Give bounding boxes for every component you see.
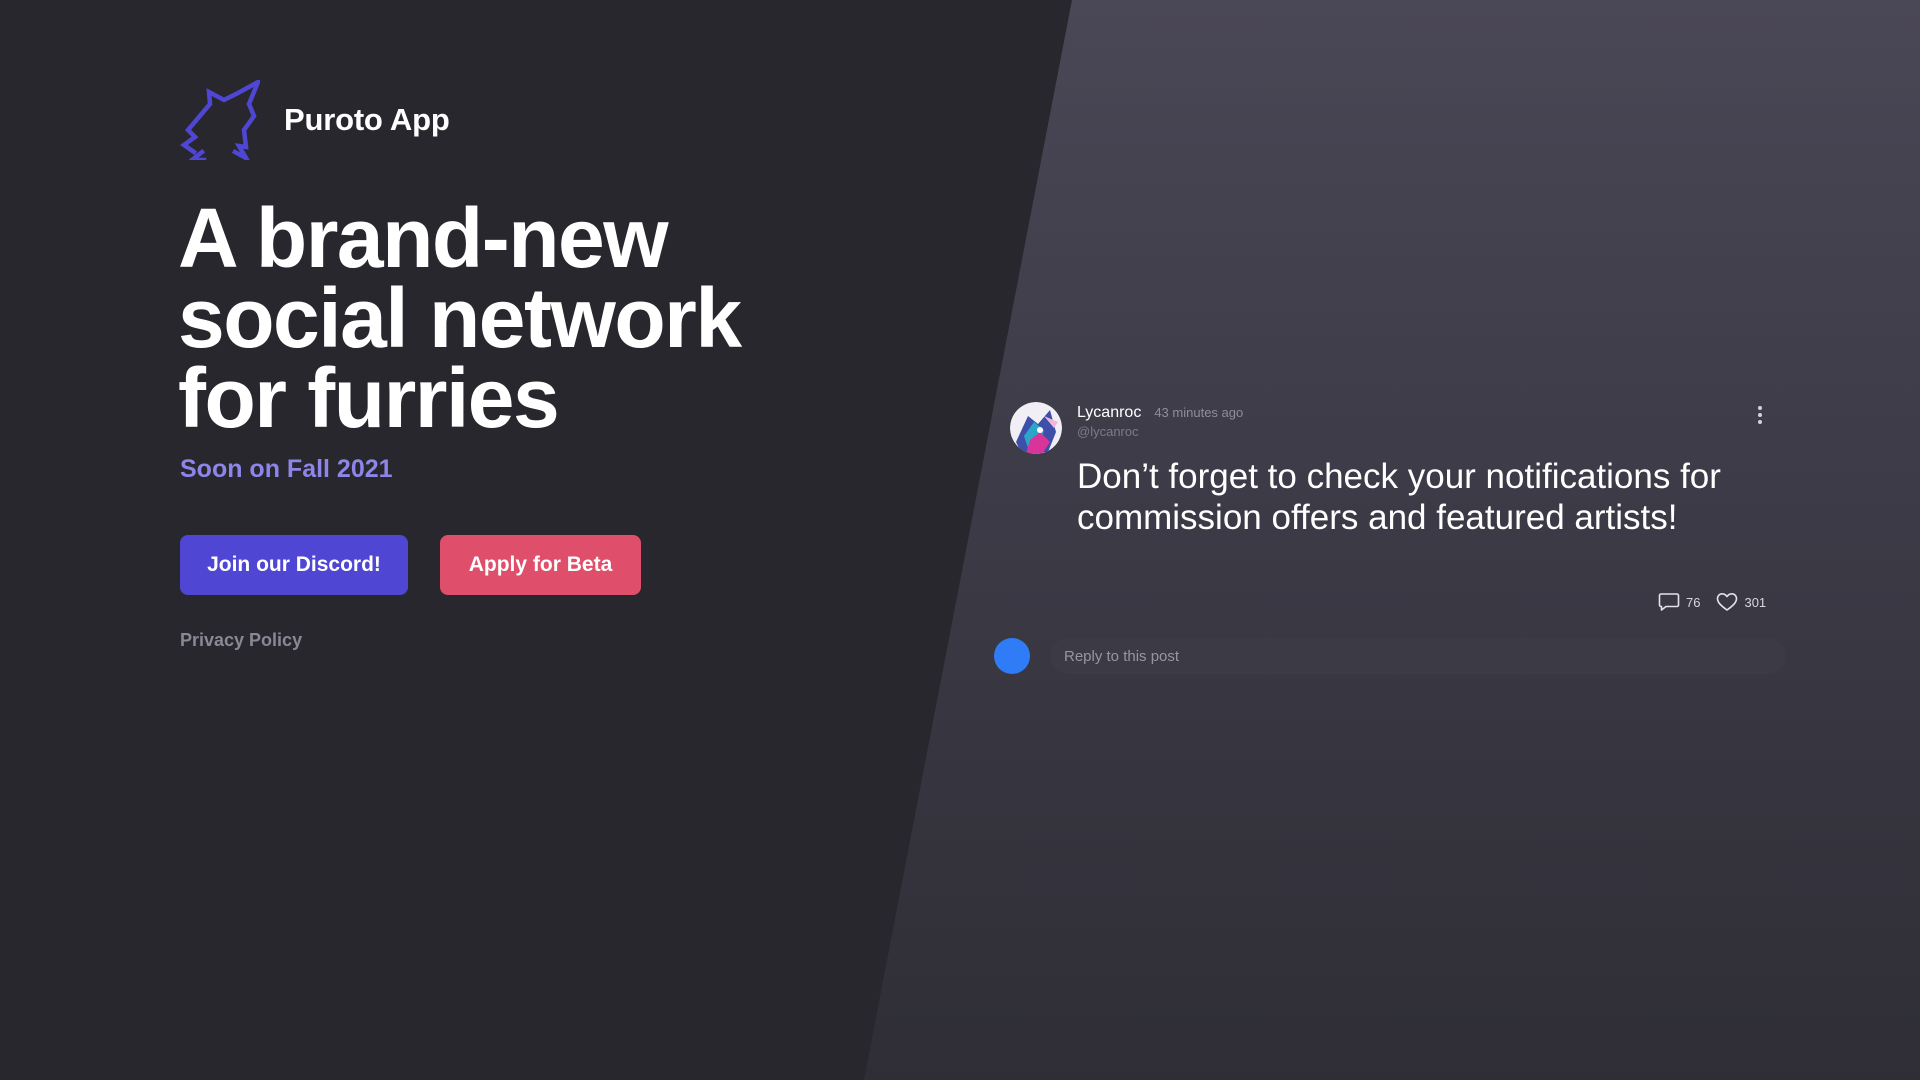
post-timestamp: 43 minutes ago bbox=[1154, 405, 1244, 420]
dot bbox=[1758, 406, 1762, 410]
landing-page: Puroto App A brand-new social network fo… bbox=[0, 0, 1920, 1080]
comments-count: 76 bbox=[1686, 594, 1701, 610]
join-discord-button[interactable]: Join our Discord! bbox=[180, 535, 408, 595]
likes-stat[interactable]: 301 bbox=[1716, 592, 1766, 612]
author-name[interactable]: Lycanroc bbox=[1077, 404, 1141, 422]
post-stats: 76 301 bbox=[1658, 592, 1766, 612]
wolf-head-logo-icon bbox=[180, 80, 260, 160]
current-user-avatar bbox=[994, 638, 1030, 674]
brand[interactable]: Puroto App bbox=[180, 80, 450, 160]
reply-bar bbox=[994, 638, 1786, 674]
author-line: Lycanroc 43 minutes ago bbox=[1077, 404, 1717, 422]
heart-icon bbox=[1717, 593, 1738, 611]
post-body: Don’t forget to check your notifications… bbox=[1077, 457, 1721, 537]
brand-name: Puroto App bbox=[284, 102, 450, 137]
headline-line: A brand-new bbox=[178, 191, 669, 285]
reply-input[interactable] bbox=[1050, 638, 1786, 674]
comment-icon bbox=[1658, 593, 1680, 611]
post-header: Lycanroc 43 minutes ago @lycanroc bbox=[1077, 404, 1717, 439]
privacy-policy-link[interactable]: Privacy Policy bbox=[180, 630, 302, 651]
comments-stat[interactable]: 76 bbox=[1658, 592, 1700, 612]
apply-beta-button[interactable]: Apply for Beta bbox=[440, 535, 641, 595]
dot bbox=[1758, 420, 1762, 424]
author-handle: @lycanroc bbox=[1077, 424, 1139, 439]
likes-count: 301 bbox=[1744, 594, 1767, 610]
dot bbox=[1758, 413, 1762, 417]
headline-line: for furries bbox=[178, 351, 560, 445]
release-tagline: Soon on Fall 2021 bbox=[180, 455, 393, 483]
headline-line: social network bbox=[178, 271, 742, 365]
avatar[interactable] bbox=[1010, 402, 1062, 454]
more-vertical-icon[interactable] bbox=[1750, 400, 1770, 430]
hero-headline: A brand-new social network for furries bbox=[178, 191, 898, 445]
